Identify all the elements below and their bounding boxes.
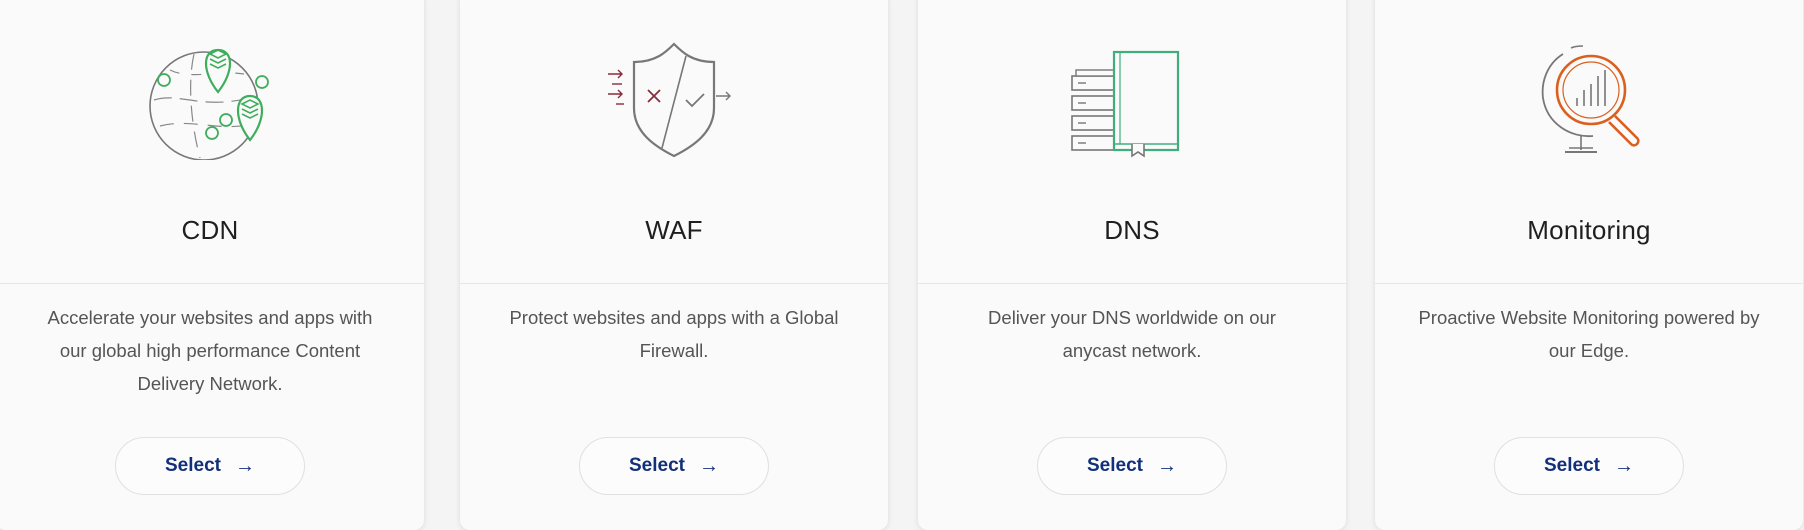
select-waf-button[interactable]: Select → — [579, 437, 769, 495]
globe-location-pins-icon — [140, 40, 280, 160]
card-title: DNS — [1104, 215, 1160, 245]
card-title: CDN — [181, 215, 239, 245]
product-card-monitoring: Monitoring Proactive Website Monitoring … — [1375, 0, 1803, 530]
card-description: Deliver your DNS worldwide on our anycas… — [988, 307, 1276, 361]
server-book-icon — [1062, 40, 1202, 160]
divider — [0, 283, 424, 284]
card-header: WAF — [460, 0, 888, 272]
arrow-right-icon: → — [1613, 454, 1634, 477]
arrow-right-icon: → — [234, 454, 255, 477]
select-button-label: Select — [1544, 455, 1600, 476]
select-cdn-button[interactable]: Select → — [115, 437, 305, 495]
select-dns-button[interactable]: Select → — [1037, 437, 1227, 495]
card-header: CDN — [0, 0, 424, 272]
select-monitoring-button[interactable]: Select → — [1494, 437, 1684, 495]
card-header: Monitoring — [1375, 0, 1803, 272]
card-title: WAF — [645, 215, 703, 245]
select-button-label: Select — [1087, 455, 1143, 476]
product-card-waf: WAF Protect websites and apps with a Glo… — [460, 0, 888, 530]
arrow-right-icon: → — [1156, 454, 1177, 477]
arrow-right-icon: → — [698, 454, 719, 477]
globe-magnifier-icon — [1519, 40, 1659, 160]
card-title: Monitoring — [1527, 215, 1651, 245]
divider — [1375, 283, 1803, 284]
shield-firewall-icon — [604, 40, 744, 160]
card-header: DNS — [918, 0, 1346, 272]
product-card-cdn: CDN Accelerate your websites and apps wi… — [0, 0, 424, 530]
divider — [460, 283, 888, 284]
card-description: Accelerate your websites and apps with o… — [47, 307, 373, 394]
card-description: Proactive Website Monitoring powered by … — [1418, 307, 1760, 361]
divider — [918, 283, 1346, 284]
select-button-label: Select — [165, 455, 221, 476]
select-button-label: Select — [629, 455, 685, 476]
product-card-dns: DNS Deliver your DNS worldwide on our an… — [918, 0, 1346, 530]
card-description: Protect websites and apps with a Global … — [509, 307, 839, 361]
